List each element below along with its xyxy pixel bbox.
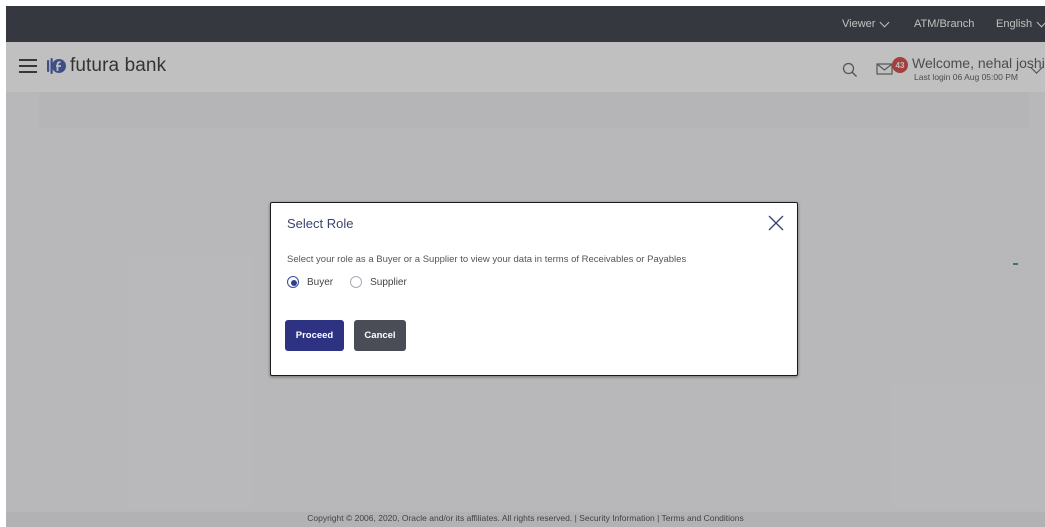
role-radio-group: Buyer Supplier xyxy=(287,276,424,288)
app-frame: Viewer ATM/Branch English futura bank 43… xyxy=(6,6,1045,527)
radio-button-supplier[interactable] xyxy=(350,276,363,288)
cancel-button[interactable]: Cancel xyxy=(354,320,406,351)
proceed-button[interactable]: Proceed xyxy=(285,320,344,351)
role-option-buyer[interactable]: Buyer xyxy=(287,276,333,288)
radio-label-supplier: Supplier xyxy=(370,276,407,288)
select-role-dialog: Select Role Select your role as a Buyer … xyxy=(270,202,798,376)
dialog-title: Select Role xyxy=(287,216,354,231)
dialog-description: Select your role as a Buyer or a Supplie… xyxy=(287,254,687,265)
radio-label-buyer: Buyer xyxy=(307,276,334,288)
role-option-supplier[interactable]: Supplier xyxy=(350,276,407,288)
radio-button-buyer[interactable] xyxy=(287,276,299,288)
close-icon[interactable] xyxy=(767,214,785,232)
